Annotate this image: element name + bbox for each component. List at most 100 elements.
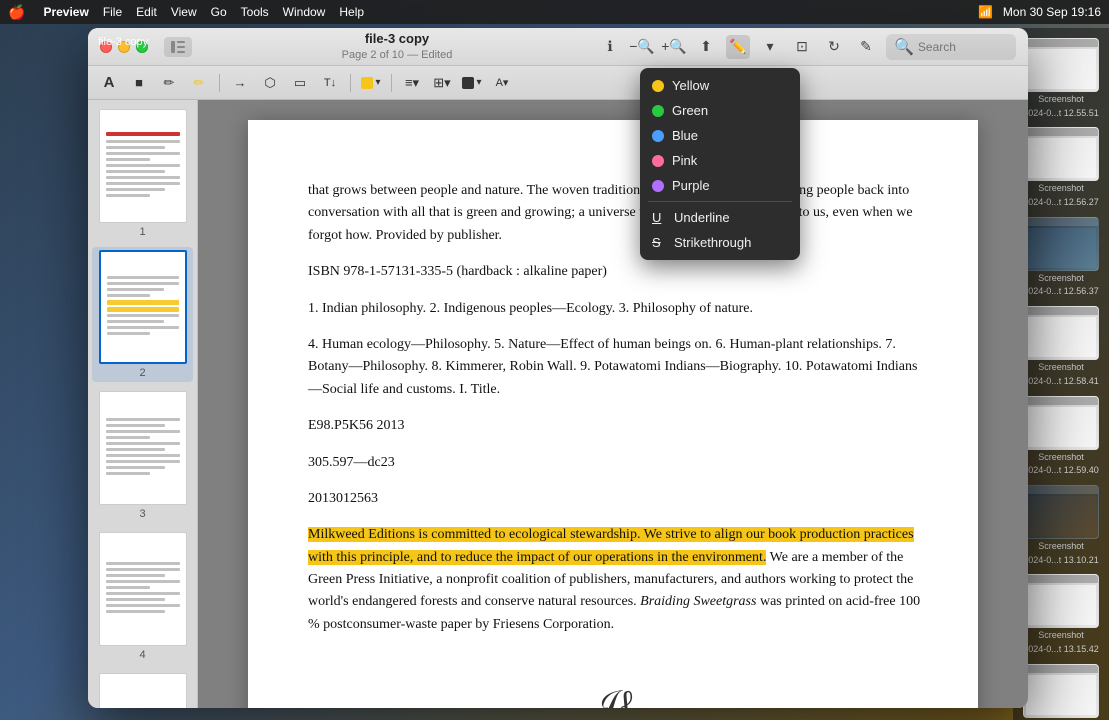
page-thumb-3[interactable]: 3 [92,388,193,523]
search-icon: 🔍 [894,37,914,57]
window-subtitle: Page 2 of 10 — Edited [342,48,453,62]
screenshot-sublabel-6: 2024-0...t 13.10.21 [1023,555,1099,567]
doc-text-italic: Braiding Sweetgrass [640,594,756,609]
dropdown-pink[interactable]: Pink [640,148,800,173]
markup-dropdown-button[interactable]: ▾ [758,35,782,59]
menu-file[interactable]: File [103,5,122,19]
pencil-tool-button[interactable]: ✏ [156,72,182,94]
screenshot-item-6[interactable]: Screenshot 2024-0...t 13.10.21 [1020,485,1102,566]
screenshot-thumb-2 [1023,127,1099,181]
doc-para-highlighted: Milkweed Editions is committed to ecolog… [308,524,923,636]
zoom-out-button[interactable]: −🔍 [630,35,654,59]
page-thumb-1[interactable]: 1 [92,106,193,241]
menu-window[interactable]: Window [283,5,326,19]
screenshot-thumb-8 [1023,664,1099,718]
yellow-label: Yellow [672,78,709,93]
arrow-tool-button[interactable]: → [227,72,253,94]
wifi-icon[interactable]: 📶 [978,5,993,19]
page-label-2: 2 [139,367,145,379]
window-titlebar: file-3 copy Page 2 of 10 — Edited ℹ −🔍 +… [88,28,1028,66]
screenshot-sublabel-2: 2024-0...t 12.56.27 [1023,197,1099,209]
window-title: file-3 copy [365,31,429,48]
underline-icon: U [652,210,666,225]
doc-para-6: 305.597—dc23 [308,452,923,474]
thumb-image-5 [99,673,187,708]
screenshot-item-8[interactable]: Screenshot 2024-0...t 13.15.57 [1020,664,1102,720]
strikethrough-label: Strikethrough [674,235,751,250]
page-thumb-5[interactable]: 5 [92,670,193,708]
screenshot-item-5[interactable]: Screenshot 2024-0...t 12.59.40 [1020,396,1102,477]
yellow-color-dot [652,80,664,92]
signature: 𝒥ℓ [592,675,639,708]
screenshot-item-1[interactable]: Screenshot 2024-0...t 12.55.51 [1020,38,1102,119]
doc-para-1: that grows between people and nature. Th… [308,180,923,247]
text-tool-button[interactable]: A [96,72,122,94]
rotate-button[interactable]: ↻ [822,35,846,59]
screenshot-label-3: Screenshot [1038,273,1084,285]
menu-edit[interactable]: Edit [136,5,157,19]
dropdown-green[interactable]: Green [640,98,800,123]
search-input[interactable] [918,40,1018,54]
signature-area: 𝒥ℓ [308,676,923,708]
thumb-image-1 [99,109,187,223]
share-button[interactable]: ⬆ [694,35,718,59]
view-button[interactable]: ⊞▾ [429,72,455,94]
screenshot-sublabel-5: 2024-0...t 12.59.40 [1023,465,1099,477]
menu-go[interactable]: Go [211,5,227,19]
apple-menu-icon[interactable]: 🍎 [8,4,25,21]
dropdown-purple[interactable]: Purple [640,173,800,198]
menu-help[interactable]: Help [339,5,364,19]
text-style-button[interactable]: T↓ [317,72,343,94]
main-area: 1 [88,100,1028,708]
crop-button[interactable]: ⊡ [790,35,814,59]
screenshot-sublabel-4: 2024-0...t 12.58.41 [1023,376,1099,388]
screenshot-item-2[interactable]: Screenshot 2024-0...t 12.56.27 [1020,127,1102,208]
screenshot-item-4[interactable]: Screenshot 2024-0...t 12.58.41 [1020,306,1102,387]
align-button[interactable]: ≡▾ [399,72,425,94]
annotation-toolbar: A ■ ✏ ✏ → ⬡ ▭ T↓ ▾ ≡▾ ⊞▾ ▾ A▾ [88,66,1028,100]
rect-tool-button[interactable]: ■ [126,72,152,94]
dropdown-underline[interactable]: U Underline [640,205,800,230]
purple-color-dot [652,180,664,192]
dropdown-blue[interactable]: Blue [640,123,800,148]
search-box[interactable]: 🔍 [886,34,1016,60]
zoom-in-button[interactable]: +🔍 [662,35,686,59]
annotate-button[interactable]: ✎ [854,35,878,59]
screenshot-label-1: Screenshot [1038,94,1084,106]
border-tool-button[interactable]: ▭ [287,72,313,94]
page-label-4: 4 [139,649,145,661]
app-name[interactable]: Preview [43,5,88,19]
document-page: that grows between people and nature. Th… [248,120,978,708]
pink-label: Pink [672,153,697,168]
markup-button[interactable]: ✏️ [726,35,750,59]
shape-tool-button[interactable]: ⬡ [257,72,283,94]
info-button[interactable]: ℹ [598,35,622,59]
document-area[interactable]: that grows between people and nature. Th… [198,100,1028,708]
page-thumb-4[interactable]: 4 [92,529,193,664]
doc-para-5: E98.P5K56 2013 [308,415,923,437]
underline-label: Underline [674,210,730,225]
dropdown-yellow[interactable]: Yellow [640,73,800,98]
page-sidebar: 1 [88,100,198,708]
sidebar-toggle-button[interactable] [164,37,192,57]
strikethrough-icon: S [652,235,666,250]
preview-window: file-3 copy Page 2 of 10 — Edited ℹ −🔍 +… [88,28,1028,708]
dropdown-strikethrough[interactable]: S Strikethrough [640,230,800,255]
highlight-tool-button[interactable]: ✏ [186,72,212,94]
menu-view[interactable]: View [171,5,197,19]
color-swatch-button[interactable]: ▾ [358,72,384,94]
screenshot-thumb-6 [1023,485,1099,539]
pink-color-dot [652,155,664,167]
folder-label: file-3 copy [98,36,148,48]
green-label: Green [672,103,708,118]
screenshot-label-5: Screenshot [1038,452,1084,464]
screenshot-item-7[interactable]: Screenshot 2024-0...t 13.15.42 [1020,574,1102,655]
screenshot-item-3[interactable]: Screenshot 2024-0...t 12.56.37 [1020,217,1102,298]
page-label-3: 3 [139,508,145,520]
border-color-button[interactable]: ▾ [459,72,485,94]
page-thumb-2[interactable]: 2 [92,247,193,382]
screenshot-sublabel-7: 2024-0...t 13.15.42 [1023,644,1099,656]
titlebar-center: file-3 copy Page 2 of 10 — Edited [204,31,590,62]
menu-tools[interactable]: Tools [241,5,269,19]
text-font-button[interactable]: A▾ [489,72,515,94]
